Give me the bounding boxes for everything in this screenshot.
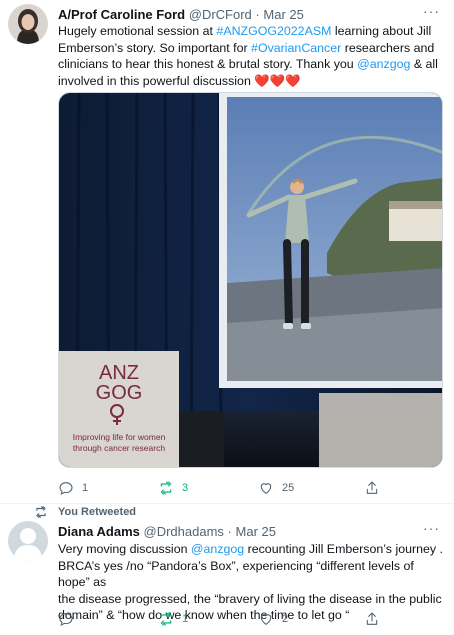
author-handle[interactable]: @DrCFord (189, 7, 252, 22)
retweet-button[interactable]: 3 (158, 480, 188, 496)
mention-anzgog[interactable]: @anzgog (357, 57, 410, 71)
heart-icon (260, 483, 272, 494)
text-line: Emberson’s story. So important for (58, 40, 252, 55)
tweet-1-header: A/Prof Caroline Ford @DrCFord · Mar 25 (58, 6, 304, 24)
separator-dot: · (255, 7, 260, 22)
sign-tagline-line1: Improving life for women (73, 432, 166, 442)
heart-icon (260, 614, 272, 625)
text-line: learning about Jill (331, 24, 432, 38)
avatar-caroline-ford[interactable] (8, 4, 48, 44)
tweet-date[interactable]: Mar 25 (263, 7, 303, 22)
retweet-button[interactable]: 1 (158, 611, 188, 627)
like-count: 2 (282, 613, 289, 625)
mention-anzgog[interactable]: @anzgog (191, 542, 244, 556)
text-line: researchers and (341, 40, 435, 55)
text-line: the disease progressed, the “bravery of … (58, 591, 442, 606)
retweet-count: 3 (182, 482, 189, 494)
tweet-1-text: Hugely emotional session at #ANZGOG2022A… (58, 23, 446, 89)
text-line: Very moving discussion (58, 542, 191, 556)
retweet-count: 1 (182, 613, 189, 625)
author-handle[interactable]: @Drdhadams (144, 524, 224, 539)
text-line: clinicians to hear this honest & brutal … (58, 57, 358, 72)
reply-icon (59, 613, 73, 627)
author-name[interactable]: Diana Adams (58, 524, 140, 539)
sign-tagline-line2: through cancer research (73, 443, 165, 453)
retweet-icon (160, 612, 172, 626)
tweet-2-actions: 1 2 (58, 611, 418, 631)
share-icon (366, 481, 378, 494)
like-count: 25 (282, 482, 295, 494)
sign-brand-line1: ANZ (99, 362, 139, 384)
retweet-icon (160, 481, 172, 495)
more-options-icon[interactable]: ··· (423, 520, 440, 536)
hashtag-anzgog2022asm[interactable]: #ANZGOG2022ASM (216, 24, 331, 38)
text-line: BRCA’s yes /no “Pandora’s Box”, experien… (58, 558, 414, 590)
text-line: & all (410, 57, 438, 72)
tweet-1[interactable]: A/Prof Caroline Ford @DrCFord · Mar 25 ·… (0, 0, 454, 504)
tweet-2-header: Diana Adams @Drdhadams · Mar 25 (58, 523, 276, 541)
reply-button[interactable]: 1 (58, 480, 88, 496)
tweet-photo[interactable]: ANZ GOG Improving life for women through… (58, 92, 443, 468)
share-icon (366, 612, 378, 625)
reply-icon (59, 482, 73, 496)
share-button[interactable] (364, 480, 380, 496)
like-button[interactable]: 25 (258, 480, 294, 496)
sign-brand-line2: GOG (96, 382, 143, 404)
text-line: involved in this powerful discussion (58, 73, 255, 88)
avatar-diana-adams[interactable] (8, 521, 48, 561)
tweet-1-actions: 1 3 25 (58, 480, 418, 500)
more-options-icon[interactable]: ··· (423, 3, 440, 19)
hashtag-ovariancancer[interactable]: #OvarianCancer (251, 41, 341, 55)
text-line: recounting Jill Emberson’s journey . (244, 542, 443, 556)
share-button[interactable] (364, 611, 380, 627)
like-button[interactable]: 2 (258, 611, 288, 627)
reply-count: 1 (82, 482, 89, 494)
separator-dot: · (227, 524, 232, 539)
text-line: Hugely emotional session at (58, 24, 217, 38)
heart-emojis: ❤️❤️❤️ (254, 73, 301, 88)
tweet-date[interactable]: Mar 25 (236, 524, 276, 539)
reply-button[interactable] (58, 611, 82, 627)
author-name[interactable]: A/Prof Caroline Ford (58, 7, 185, 22)
